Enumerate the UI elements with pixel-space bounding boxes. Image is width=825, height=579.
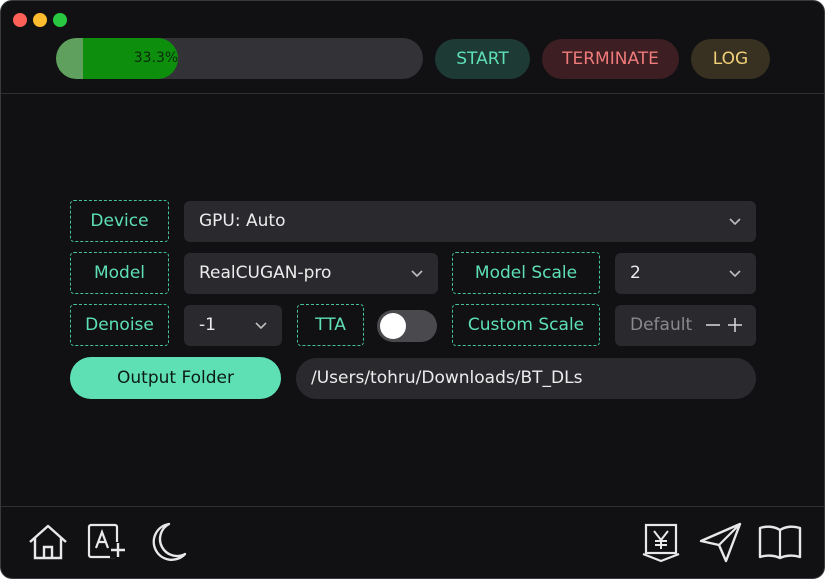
custom-scale-placeholder: Default	[630, 315, 693, 335]
plus-icon[interactable]	[727, 317, 743, 333]
denoise-select[interactable]: -1	[184, 305, 282, 346]
translate-icon[interactable]	[86, 522, 128, 562]
tta-label: TTA	[297, 304, 364, 346]
chevron-down-icon	[411, 269, 423, 277]
model-scale-select[interactable]: 2	[615, 253, 756, 294]
bottom-divider	[1, 506, 824, 507]
app-window: 33.3% START TERMINATE LOG Device GPU: Au…	[0, 0, 825, 579]
chevron-down-icon	[729, 217, 741, 225]
send-icon[interactable]	[699, 521, 743, 563]
model-label: Model	[70, 252, 169, 294]
toggle-knob	[380, 313, 406, 339]
denoise-value: -1	[199, 315, 216, 335]
minimize-window-button[interactable]	[33, 13, 47, 27]
book-icon[interactable]	[757, 523, 803, 561]
device-select[interactable]: GPU: Auto	[184, 201, 756, 242]
top-divider	[1, 93, 824, 94]
custom-scale-label: Custom Scale	[452, 304, 600, 346]
output-folder-button[interactable]: Output Folder	[70, 357, 281, 399]
terminate-button[interactable]: TERMINATE	[542, 39, 679, 79]
log-button[interactable]: LOG	[691, 39, 770, 79]
chevron-down-icon	[255, 321, 267, 329]
progress-bar: 33.3%	[56, 38, 423, 79]
zoom-window-button[interactable]	[53, 13, 67, 27]
tta-toggle[interactable]	[377, 310, 437, 342]
yen-icon[interactable]	[641, 522, 681, 564]
minus-icon[interactable]	[705, 317, 721, 333]
denoise-label: Denoise	[70, 304, 169, 346]
device-value: GPU: Auto	[199, 211, 286, 231]
output-folder-path[interactable]: /Users/tohru/Downloads/BT_DLs	[296, 358, 756, 399]
window-controls	[13, 13, 67, 27]
model-select[interactable]: RealCUGAN-pro	[184, 253, 438, 294]
progress-label: 33.3%	[133, 50, 179, 66]
model-scale-value: 2	[630, 263, 641, 283]
model-scale-label: Model Scale	[452, 252, 600, 294]
device-label: Device	[70, 200, 169, 242]
moon-icon[interactable]	[145, 520, 187, 564]
chevron-down-icon	[729, 269, 741, 277]
home-icon[interactable]	[27, 522, 69, 562]
start-button[interactable]: START	[435, 39, 530, 79]
model-value: RealCUGAN-pro	[199, 263, 332, 283]
custom-scale-input[interactable]: Default	[615, 305, 756, 346]
close-window-button[interactable]	[13, 13, 27, 27]
